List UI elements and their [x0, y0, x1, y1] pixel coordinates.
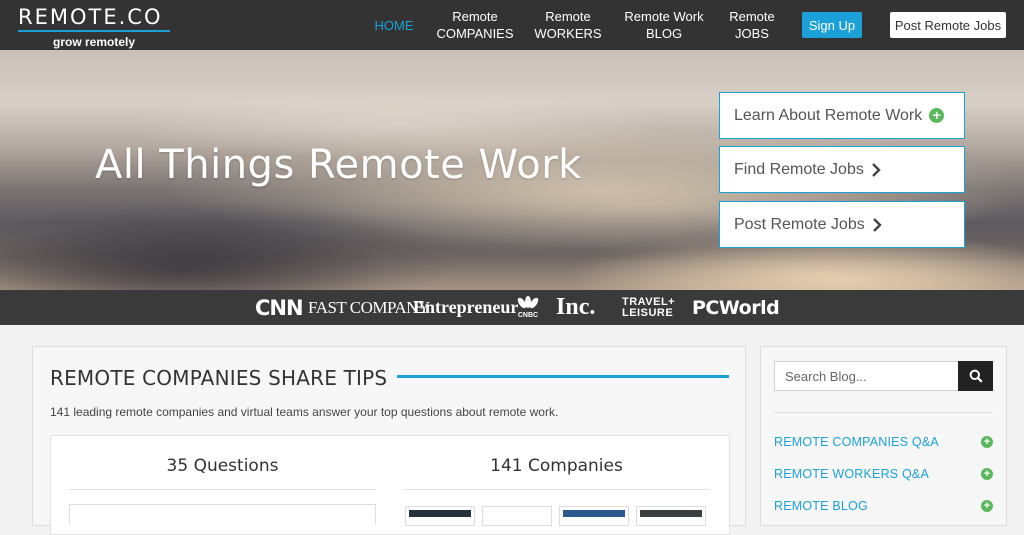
nav-label-line2: COMPANIES [436, 26, 514, 41]
search-blog-input[interactable]: Search Blog... [774, 361, 959, 391]
divider [774, 412, 993, 413]
cnn-logo: CNN [255, 295, 304, 320]
chevron-right-icon [872, 217, 882, 232]
hero-button-label: Post Remote Jobs [734, 215, 865, 233]
company-thumbnail[interactable] [405, 506, 475, 526]
pcworld-logo: PCWorld [692, 296, 780, 319]
sidebar-link-label: REMOTE BLOG [774, 499, 868, 513]
logo-underline [18, 30, 170, 32]
stats-panel: 35 Questions 141 Companies [50, 435, 730, 535]
hero-banner: All Things Remote Work Learn About Remot… [0, 50, 1024, 290]
nav-label-line1: Remote [452, 9, 498, 24]
peacock-icon [517, 295, 539, 308]
nav-home-label: HOME [374, 17, 414, 33]
nav-label-line1: Remote Work [624, 9, 704, 24]
plus-circle-icon: + [981, 500, 993, 512]
logo-wordmark: REMOTE.CO [18, 5, 163, 29]
search-button[interactable] [958, 361, 993, 391]
nav-remote-workers[interactable]: Remote WORKERS [533, 0, 603, 50]
section-description: 141 leading remote companies and virtual… [50, 405, 559, 419]
find-remote-jobs-button[interactable]: Find Remote Jobs [719, 146, 965, 193]
remote-tips-card: REMOTE COMPANIES SHARE TIPS 141 leading … [32, 346, 746, 535]
site-logo[interactable]: REMOTE.CO grow remotely [18, 5, 172, 49]
divider [69, 489, 376, 490]
nav-label-line1: Remote [729, 9, 775, 24]
post-remote-jobs-button[interactable]: Post Remote Jobs [890, 12, 1006, 38]
nav-home[interactable]: HOME [370, 0, 418, 50]
hero-button-label: Find Remote Jobs [734, 160, 864, 178]
travel-leisure-logo: TRAVEL+ LEISURE [622, 295, 676, 319]
cnbc-logo: CNBC [514, 290, 542, 325]
sign-up-button[interactable]: Sign Up [802, 12, 862, 38]
company-thumbnail[interactable] [559, 506, 629, 526]
nav-label-line2: JOBS [735, 26, 769, 41]
nav-remote-work-blog[interactable]: Remote Work BLOG [620, 0, 708, 50]
sidebar-link-remote-blog[interactable]: REMOTE BLOG + [774, 497, 993, 515]
plus-circle-icon: + [981, 436, 993, 448]
company-thumbnail[interactable] [482, 506, 552, 526]
plus-circle-icon: + [981, 468, 993, 480]
cnbc-label: CNBC [517, 311, 539, 319]
blog-sidebar: Search Blog... REMOTE COMPANIES Q&A + RE… [760, 346, 1007, 526]
fast-company-logo: FAST COMPANY [308, 297, 430, 317]
nav-remote-companies[interactable]: Remote COMPANIES [432, 0, 518, 50]
sidebar-link-label: REMOTE COMPANIES Q&A [774, 435, 939, 449]
sidebar-link-remote-companies-qa[interactable]: REMOTE COMPANIES Q&A + [774, 433, 993, 451]
logo-tagline: grow remotely [52, 35, 136, 49]
nav-label-line2: BLOG [645, 26, 683, 41]
divider [403, 489, 710, 490]
post-remote-jobs-hero-button[interactable]: Post Remote Jobs [719, 201, 965, 248]
company-thumbnail[interactable] [636, 506, 706, 526]
hero-button-label: Learn About Remote Work [734, 106, 923, 124]
nav-label-line1: Remote [545, 9, 591, 24]
inc-logo: Inc. [556, 294, 596, 320]
section-title: REMOTE COMPANIES SHARE TIPS [50, 366, 388, 390]
sidebar-link-label: REMOTE WORKERS Q&A [774, 467, 930, 481]
plus-circle-icon: + [929, 108, 945, 123]
top-navbar: REMOTE.CO grow remotely HOME Remote COMP… [0, 0, 1024, 50]
nav-label-line2: WORKERS [534, 26, 602, 41]
title-rule [397, 375, 729, 378]
sidebar-link-remote-workers-qa[interactable]: REMOTE WORKERS Q&A + [774, 465, 993, 483]
press-logo-strip: CNN FAST COMPANY Entrepreneur CNBC Inc. … [0, 290, 1024, 325]
questions-count[interactable]: 35 Questions [69, 456, 376, 476]
nav-remote-jobs[interactable]: Remote JOBS [724, 0, 780, 50]
learn-about-remote-work-button[interactable]: Learn About Remote Work + [719, 92, 965, 139]
search-icon [969, 369, 983, 383]
hero-title: All Things Remote Work [95, 142, 582, 188]
entrepreneur-logo: Entrepreneur [413, 297, 519, 317]
question-list-box[interactable] [69, 504, 376, 524]
chevron-right-icon [871, 162, 881, 177]
companies-count[interactable]: 141 Companies [403, 456, 710, 476]
